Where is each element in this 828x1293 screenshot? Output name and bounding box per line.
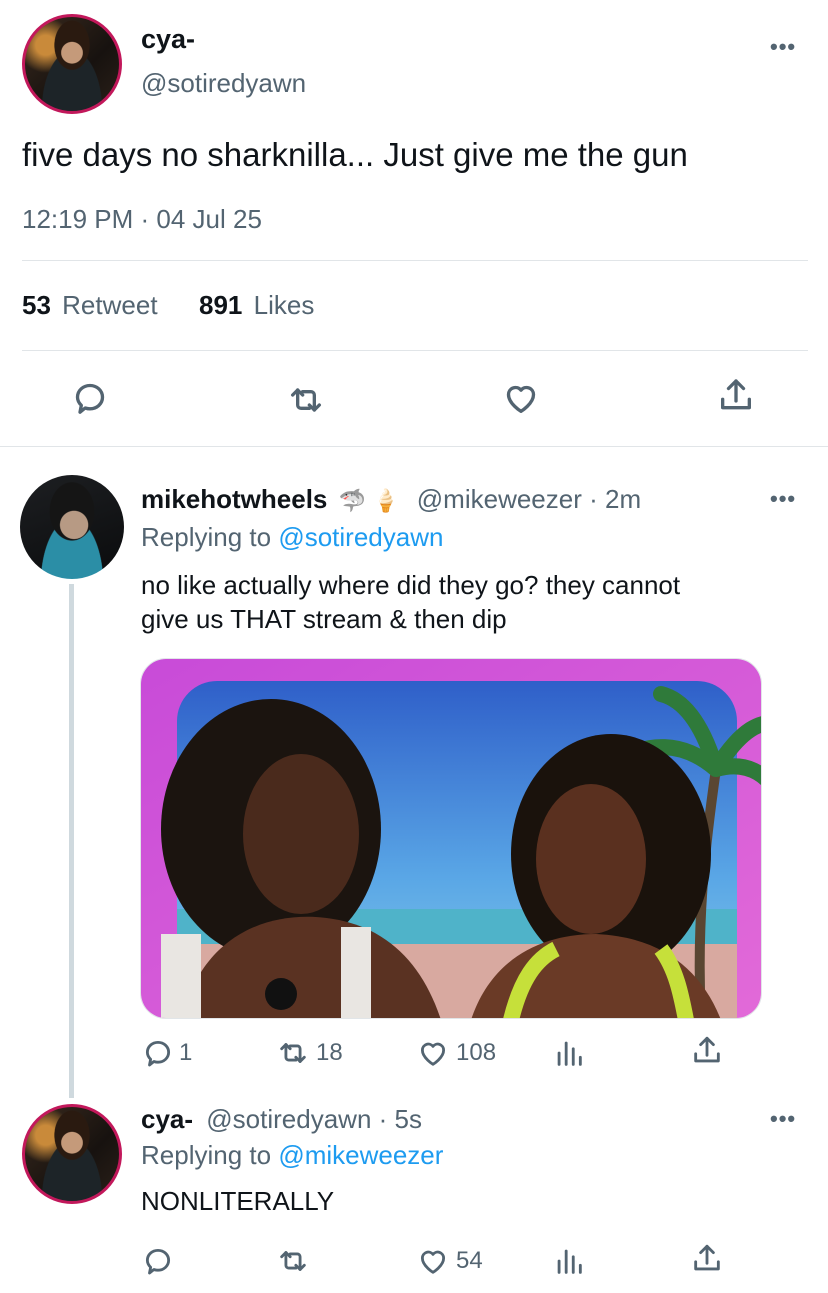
- more-options-icon[interactable]: •••: [770, 34, 796, 60]
- share-icon[interactable]: [690, 1242, 724, 1276]
- reply-count: 1: [179, 1039, 193, 1066]
- user-handle[interactable]: @sotiredyawn: [141, 68, 306, 99]
- divider: [22, 350, 808, 351]
- display-name[interactable]: cya-: [141, 24, 195, 55]
- replying-to: Replying to @mikeweezer: [141, 1140, 443, 1171]
- retweet-count: 53: [22, 290, 51, 320]
- media-illustration: [141, 659, 761, 1018]
- analytics-icon[interactable]: [552, 1244, 586, 1278]
- replying-to-link[interactable]: @sotiredyawn: [278, 522, 443, 552]
- reply-icon: [141, 1036, 175, 1070]
- retweet-count: 18: [316, 1039, 343, 1066]
- divider: [0, 446, 828, 447]
- replying-to-label: Replying to: [141, 1140, 272, 1170]
- reply-time[interactable]: · 5s: [379, 1104, 422, 1134]
- divider: [22, 260, 808, 261]
- more-options-icon[interactable]: •••: [770, 486, 796, 512]
- avatar[interactable]: [22, 14, 122, 114]
- like-button[interactable]: 54: [414, 1244, 483, 1278]
- name-emojis: 🦈 🍦: [338, 488, 400, 513]
- reply-text-line: give us THAT stream & then dip: [141, 604, 507, 634]
- likes-stat[interactable]: 891 Likes: [199, 290, 314, 321]
- user-handle[interactable]: @sotiredyawn: [206, 1104, 371, 1134]
- retweet-icon[interactable]: [274, 1244, 312, 1278]
- reply-text-line: no like actually where did they go? they…: [141, 570, 681, 600]
- reply-time[interactable]: · 2m: [589, 484, 641, 514]
- reply-button[interactable]: 1: [141, 1036, 192, 1070]
- like-button[interactable]: 108: [414, 1036, 496, 1070]
- replying-to-link[interactable]: @mikeweezer: [278, 1140, 443, 1170]
- share-icon[interactable]: [690, 1034, 724, 1068]
- retweet-stat[interactable]: 53 Retweet: [22, 290, 158, 321]
- reply-text: no like actually where did they go? they…: [141, 568, 680, 636]
- replying-to-label: Replying to: [141, 522, 272, 552]
- like-icon: [414, 1036, 452, 1070]
- replying-to: Replying to @sotiredyawn: [141, 522, 443, 553]
- reply-text: NONLITERALLY: [141, 1186, 335, 1216]
- avatar[interactable]: [22, 1104, 122, 1204]
- likes-label: Likes: [253, 290, 315, 320]
- thread-line: [69, 584, 74, 1098]
- like-count: 108: [456, 1039, 497, 1066]
- retweet-button[interactable]: 18: [274, 1036, 343, 1070]
- reply-header: mikehotwheels 🦈 🍦 @mikeweezer · 2m: [141, 484, 641, 515]
- reply-icon[interactable]: [70, 378, 110, 418]
- display-name[interactable]: cya-: [141, 1104, 193, 1134]
- tweet-timestamp[interactable]: 12:19 PM · 04 Jul 25: [22, 204, 262, 235]
- reply-header: cya- @sotiredyawn · 5s: [141, 1104, 422, 1135]
- user-handle[interactable]: @mikeweezer: [417, 484, 582, 514]
- more-options-icon[interactable]: •••: [770, 1106, 796, 1132]
- like-icon: [414, 1244, 452, 1278]
- retweet-icon[interactable]: [285, 380, 327, 420]
- tweet-text: five days no sharknilla... Just give me …: [22, 136, 688, 173]
- analytics-icon[interactable]: [552, 1036, 586, 1070]
- like-icon[interactable]: [500, 378, 542, 418]
- like-count: 891: [199, 290, 243, 320]
- avatar[interactable]: [20, 475, 124, 579]
- like-count: 54: [456, 1247, 483, 1274]
- reply-icon[interactable]: [141, 1244, 175, 1278]
- share-icon[interactable]: [716, 376, 756, 416]
- media-image[interactable]: [140, 658, 762, 1019]
- retweet-icon: [274, 1036, 312, 1070]
- display-name[interactable]: mikehotwheels: [141, 484, 327, 514]
- retweet-label: Retweet: [62, 290, 158, 320]
